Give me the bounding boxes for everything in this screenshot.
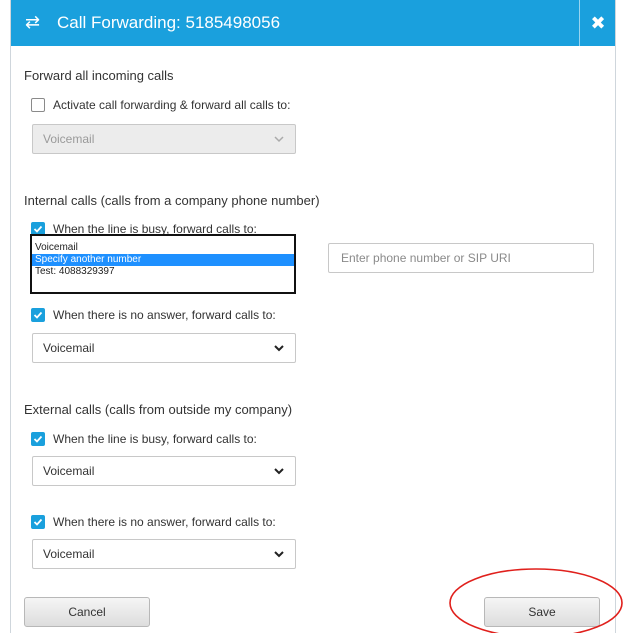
internal-no-answer-label: When there is no answer, forward calls t… [53,308,276,322]
chevron-down-icon [274,551,284,558]
checkmark-icon [33,311,43,319]
external-no-answer-select-value: Voicemail [43,547,95,561]
forward-all-checkbox[interactable] [31,98,45,112]
titlebar-divider [579,0,580,46]
internal-no-answer-checkbox-row[interactable]: When there is no answer, forward calls t… [31,308,276,322]
call-forwarding-dialog: ⇄ Call Forwarding: 5185498056 ✖ Forward … [10,0,616,633]
external-busy-select-value: Voicemail [43,464,95,478]
forward-all-select: Voicemail [32,124,296,154]
internal-no-answer-checkbox[interactable] [31,308,45,322]
internal-busy-dropdown-list[interactable]: Voicemail Specify another number Test: 4… [30,234,296,294]
dropdown-option-selected[interactable]: Specify another number [32,254,294,266]
internal-no-answer-select-value: Voicemail [43,341,95,355]
dropdown-option[interactable]: Voicemail [32,242,294,254]
forward-all-checkbox-row[interactable]: Activate call forwarding & forward all c… [31,98,290,112]
internal-calls-heading: Internal calls (calls from a company pho… [24,193,320,208]
chevron-down-icon [274,345,284,352]
chevron-down-icon [274,136,284,143]
dialog-titlebar: ⇄ Call Forwarding: 5185498056 ✖ [11,0,615,46]
external-busy-checkbox-row[interactable]: When the line is busy, forward calls to: [31,432,257,446]
external-no-answer-label: When there is no answer, forward calls t… [53,515,276,529]
checkmark-icon [33,225,43,233]
dropdown-option[interactable]: Test: 4088329397 [32,266,294,278]
external-no-answer-checkbox[interactable] [31,515,45,529]
external-no-answer-checkbox-row[interactable]: When there is no answer, forward calls t… [31,515,276,529]
external-busy-select[interactable]: Voicemail [32,456,296,486]
swap-arrows-icon: ⇄ [25,12,41,32]
checkmark-icon [33,518,43,526]
chevron-down-icon [274,468,284,475]
forward-all-select-value: Voicemail [43,132,95,146]
external-busy-checkbox[interactable] [31,432,45,446]
forward-all-heading: Forward all incoming calls [24,68,174,83]
external-busy-label: When the line is busy, forward calls to: [53,432,257,446]
close-icon: ✖ [590,12,606,33]
save-button[interactable]: Save [484,597,600,627]
cancel-button[interactable]: Cancel [24,597,150,627]
dialog-title: Call Forwarding: 5185498056 [57,13,281,32]
close-button[interactable]: ✖ [581,0,615,46]
forward-all-checkbox-label: Activate call forwarding & forward all c… [53,98,291,112]
phone-number-input[interactable] [328,243,594,273]
external-no-answer-select[interactable]: Voicemail [32,539,296,569]
external-calls-heading: External calls (calls from outside my co… [24,402,293,417]
internal-no-answer-select[interactable]: Voicemail [32,333,296,363]
checkmark-icon [33,435,43,443]
